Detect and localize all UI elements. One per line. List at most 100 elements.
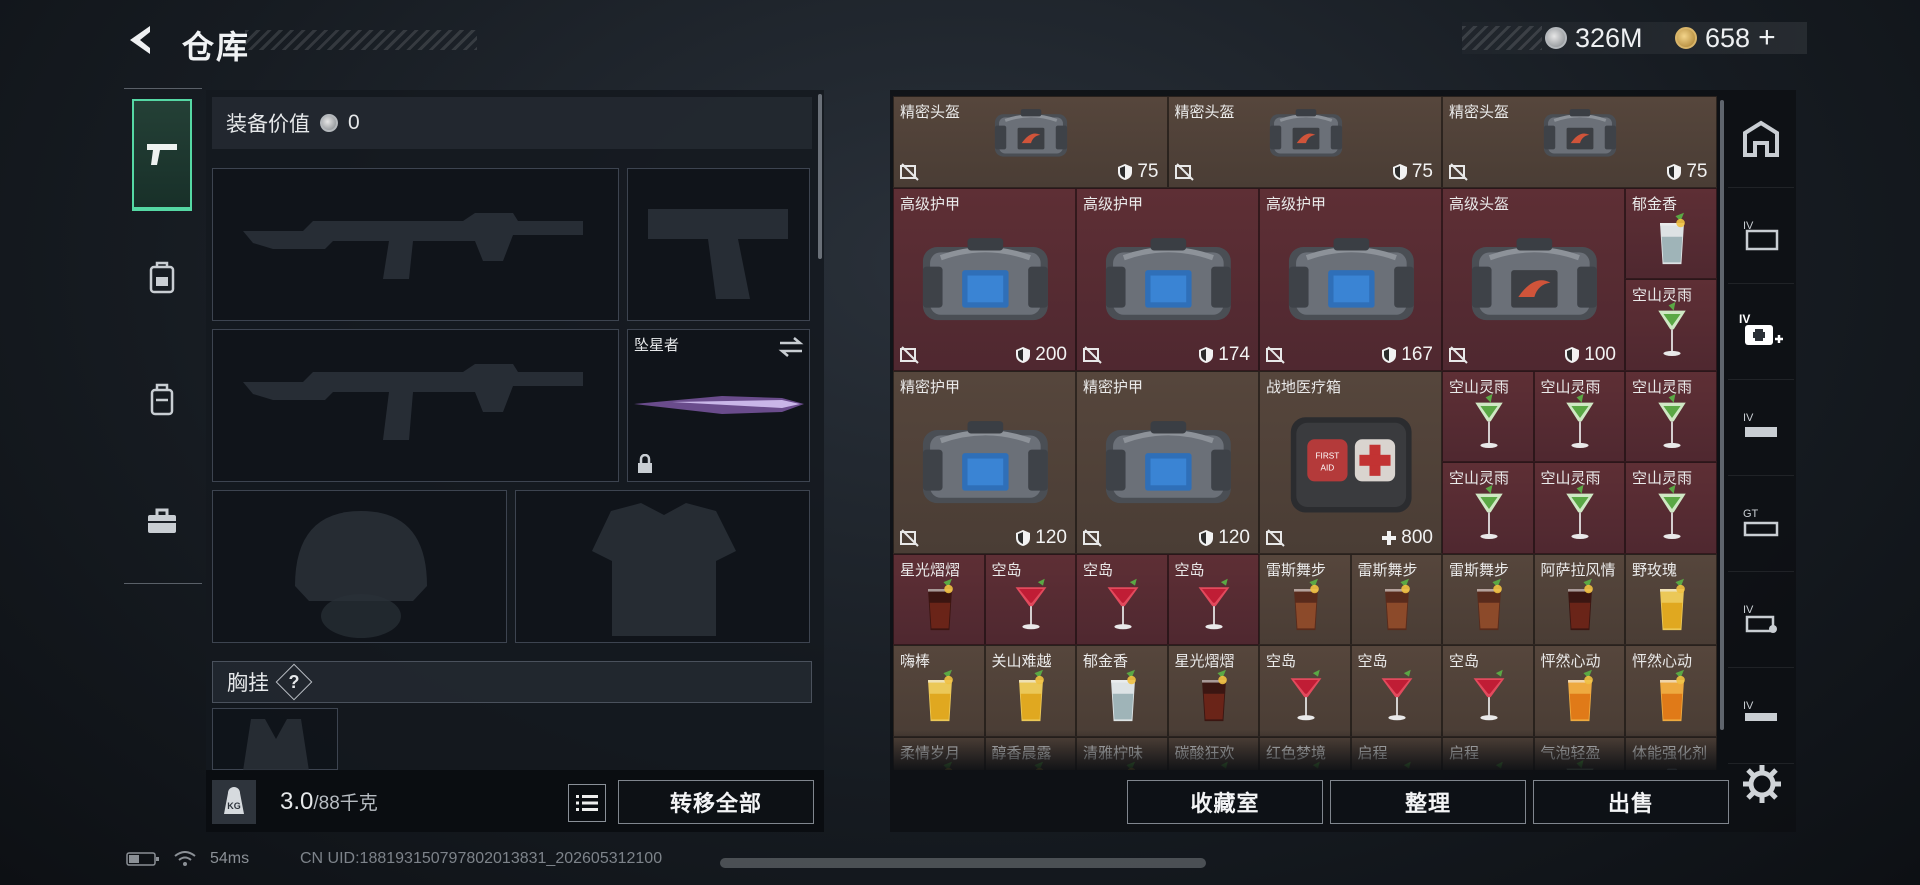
- tab-backpack[interactable]: [132, 343, 192, 455]
- storage-item[interactable]: 高级护甲 167: [1259, 187, 1442, 371]
- sell-button[interactable]: 出售: [1533, 780, 1729, 824]
- storage-scrollbar[interactable]: [1720, 100, 1724, 730]
- armor-bag-icon: [1289, 238, 1414, 321]
- storage-item[interactable]: 醇香晨露: [984, 736, 1076, 770]
- storage-item[interactable]: 空山灵雨: [1625, 462, 1717, 554]
- category-weapon-iv[interactable]: IV: [1728, 384, 1794, 476]
- chest-rig-slot[interactable]: [212, 708, 338, 771]
- storage-item[interactable]: 精密护甲 120: [893, 370, 1076, 554]
- storage-item[interactable]: 空山灵雨: [1625, 279, 1717, 371]
- drink-glass-icon: [1659, 212, 1685, 264]
- swap-icon[interactable]: [778, 336, 804, 358]
- category-medkit-iv[interactable]: IV: [1728, 288, 1794, 380]
- equipment-value-label: 装备价值: [226, 113, 310, 136]
- list-view-button[interactable]: [568, 784, 606, 822]
- help-icon[interactable]: ?: [275, 663, 313, 701]
- add-currency-icon[interactable]: +: [1758, 21, 1776, 55]
- storage-item[interactable]: 郁金香: [1076, 645, 1168, 737]
- wifi-icon: [174, 851, 196, 866]
- storage-item[interactable]: 清雅柠味: [1076, 736, 1168, 770]
- home-indicator[interactable]: [720, 858, 1206, 868]
- tab-weapons[interactable]: [132, 99, 192, 211]
- page-title: 仓库: [182, 29, 251, 65]
- helmet-iv-icon: IV: [1741, 697, 1781, 738]
- storage-item[interactable]: 启程: [1442, 736, 1534, 770]
- tab-toolbox[interactable]: [132, 465, 192, 577]
- pistol-icon: [147, 144, 177, 165]
- storage-item[interactable]: 红色梦境: [1259, 736, 1351, 770]
- storage-item[interactable]: 星光熠熠: [1167, 645, 1259, 737]
- storage-item[interactable]: 战地医疗箱 FIRST AID 800: [1259, 370, 1442, 554]
- secondary-weapon-slot[interactable]: [212, 329, 619, 482]
- melee-slot[interactable]: 坠星者: [627, 329, 810, 482]
- item-value: 200: [1015, 344, 1067, 366]
- storage-item[interactable]: 启程: [1350, 736, 1442, 770]
- storage-item[interactable]: 高级护甲 200: [893, 187, 1076, 371]
- storage-item[interactable]: 高级护甲 174: [1076, 187, 1259, 371]
- drink-glass-icon: [1568, 578, 1594, 630]
- storage-item[interactable]: 空山灵雨: [1533, 462, 1625, 554]
- storage-item[interactable]: 雷斯舞步: [1442, 553, 1534, 645]
- back-button[interactable]: [124, 22, 160, 58]
- helmet-slot[interactable]: [212, 490, 507, 643]
- heal-plus-icon: [1382, 530, 1397, 545]
- storage-item[interactable]: 嗨棒: [893, 645, 985, 737]
- storage-item[interactable]: 空岛: [1167, 553, 1259, 645]
- weight-button[interactable]: KG: [212, 780, 256, 824]
- storage-item[interactable]: 体能强化剂: [1625, 736, 1717, 770]
- storage-item[interactable]: 碳酸狂欢: [1167, 736, 1259, 770]
- storage-item[interactable]: 空山灵雨: [1625, 370, 1717, 462]
- storage-item[interactable]: 空岛: [1350, 645, 1442, 737]
- category-folder-iv[interactable]: IV: [1728, 192, 1794, 284]
- storage-item[interactable]: 阿萨拉风情: [1533, 553, 1625, 645]
- storage-item[interactable]: 雷斯舞步: [1350, 553, 1442, 645]
- no-bind-icon: [1174, 162, 1195, 181]
- body-armor-slot[interactable]: [515, 490, 810, 643]
- svg-text:KG: KG: [227, 801, 241, 811]
- storage-item[interactable]: 空山灵雨: [1533, 370, 1625, 462]
- settings-button[interactable]: [1740, 762, 1784, 806]
- primary-weapon-slot[interactable]: [212, 168, 619, 321]
- currency-gold[interactable]: 658 +: [1675, 21, 1776, 55]
- storage-item[interactable]: 气泡轻盈: [1533, 736, 1625, 770]
- item-label: 高级头盔: [1449, 195, 1510, 213]
- storage-item[interactable]: 精密护甲 120: [1076, 370, 1259, 554]
- item-value: 75: [1666, 161, 1708, 183]
- storage-item[interactable]: 关山难越: [984, 645, 1076, 737]
- storage-item[interactable]: 精密头盔 75: [1167, 96, 1442, 188]
- cocktail-glass-icon: [1566, 759, 1594, 770]
- armor-bag-icon: [1106, 421, 1231, 504]
- storage-item[interactable]: 空山灵雨: [1442, 370, 1534, 462]
- cocktail-glass-icon: [1015, 578, 1047, 629]
- category-helmet-iv[interactable]: IV: [1728, 672, 1794, 764]
- svg-text:IV: IV: [1743, 700, 1754, 712]
- storage-item[interactable]: 雷斯舞步: [1259, 553, 1351, 645]
- collection-room-button[interactable]: 收藏室: [1127, 780, 1323, 824]
- storage-item[interactable]: 怦然心动: [1533, 645, 1625, 737]
- storage-item[interactable]: 空岛: [1442, 645, 1534, 737]
- cocktail-glass-icon: [1473, 761, 1505, 770]
- storage-item[interactable]: 空山灵雨: [1442, 462, 1534, 554]
- pistol-slot[interactable]: [627, 168, 810, 321]
- organize-button[interactable]: 整理: [1330, 780, 1526, 824]
- armor-bag-icon: [1269, 109, 1342, 157]
- category-safe-room[interactable]: [1728, 96, 1794, 188]
- category-gun-iv[interactable]: GT: [1728, 480, 1794, 572]
- transfer-all-button[interactable]: 转移全部: [618, 780, 814, 824]
- drink-glass-icon: [1202, 669, 1228, 722]
- storage-item[interactable]: 空岛: [1259, 645, 1351, 737]
- equipment-scrollbar[interactable]: [818, 94, 822, 259]
- storage-item[interactable]: 柔情岁月: [893, 736, 985, 770]
- storage-item[interactable]: 高级头盔 100: [1442, 187, 1625, 371]
- no-bind-icon: [1449, 345, 1469, 364]
- storage-item[interactable]: 星光熠熠: [893, 553, 985, 645]
- storage-item[interactable]: 精密头盔 75: [893, 96, 1168, 188]
- storage-item[interactable]: 空岛: [1076, 553, 1168, 645]
- storage-item[interactable]: 空岛: [984, 553, 1076, 645]
- storage-item[interactable]: 怦然心动: [1625, 645, 1717, 737]
- storage-item[interactable]: 精密头盔 75: [1442, 96, 1717, 188]
- storage-item[interactable]: 郁金香: [1625, 187, 1717, 279]
- tab-gear[interactable]: [132, 221, 192, 333]
- storage-item[interactable]: 野玫瑰: [1625, 553, 1717, 645]
- category-gear-iv[interactable]: IV: [1728, 576, 1794, 668]
